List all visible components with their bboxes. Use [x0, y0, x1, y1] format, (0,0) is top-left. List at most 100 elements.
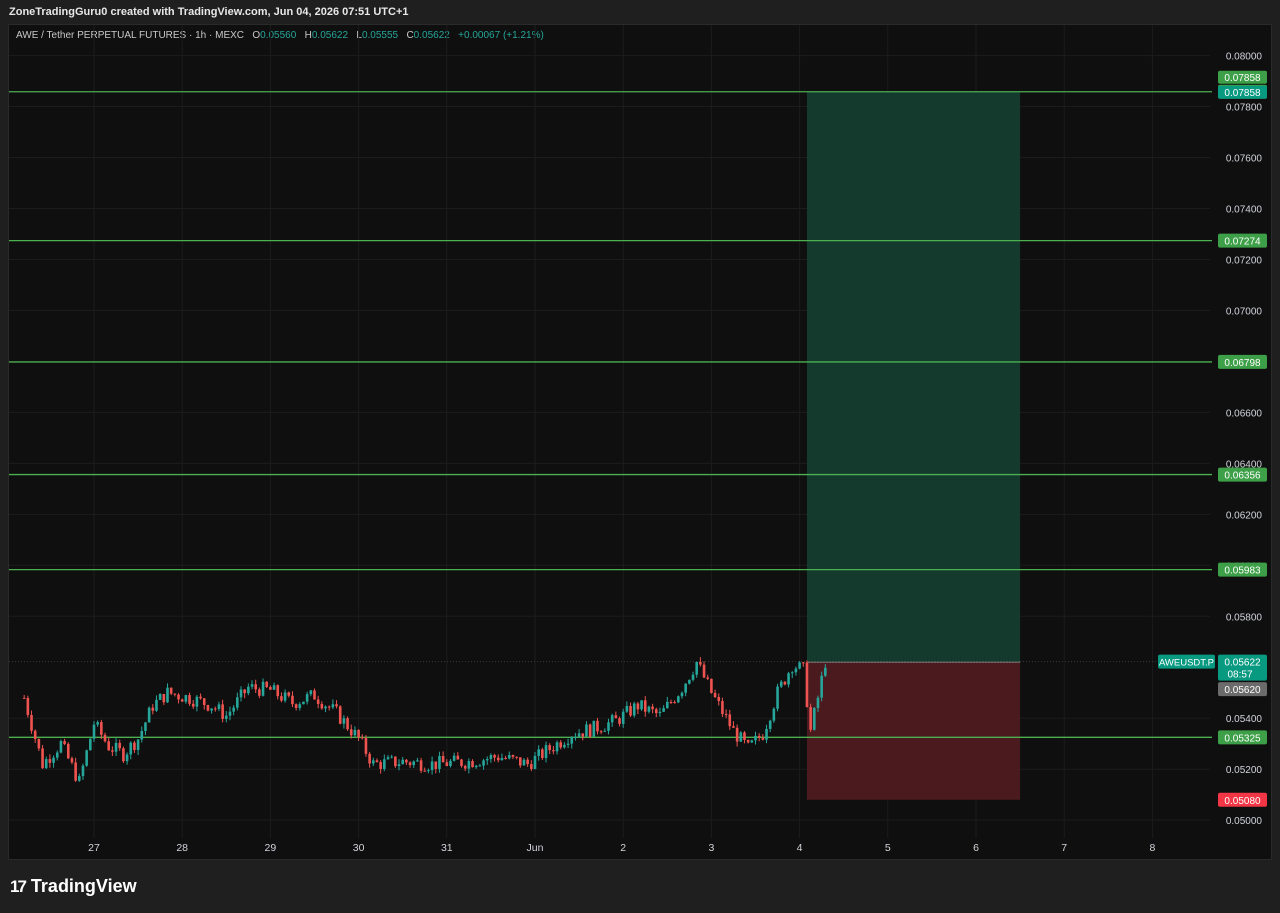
candle-body [122, 748, 125, 762]
x-tick-label: 3 [708, 842, 714, 854]
x-tick-label: 30 [353, 842, 365, 854]
candle-body [673, 702, 676, 704]
candle-body [184, 695, 188, 702]
candle-body [632, 703, 636, 716]
y-tick-label: 0.05400 [1226, 714, 1263, 725]
candle-body [394, 756, 397, 767]
candle-body [467, 761, 471, 769]
candle-body [577, 733, 581, 737]
candle-body [570, 737, 574, 744]
candle-body [206, 705, 210, 711]
tradingview-logo[interactable]: 17 TradingView [10, 876, 137, 897]
candle-body [221, 704, 224, 719]
candle-body [129, 742, 133, 755]
candle-body [750, 740, 754, 743]
candle-body [342, 718, 346, 724]
candle-body [504, 758, 507, 760]
candle-body [162, 694, 166, 703]
candle-body [765, 728, 768, 740]
candle-body [456, 755, 460, 760]
candle-body [761, 737, 765, 740]
candle-body [298, 704, 302, 708]
candle-body [603, 730, 607, 732]
candles [22, 657, 827, 782]
candle-body [48, 759, 52, 763]
price-chart[interactable]: 0.050000.052000.054000.058000.060000.062… [0, 0, 1280, 913]
horizontal-levels[interactable] [9, 91, 1212, 738]
level-price-tag: 0.05325 [1224, 733, 1261, 744]
candle-body [70, 758, 74, 763]
candle-body [563, 744, 566, 748]
candle-body [44, 759, 48, 769]
time-axis[interactable]: 27 28 29 30 31 Jun 2 3 4 5 6 7 8 [88, 842, 1155, 854]
candle-body [739, 732, 743, 742]
candle-body [677, 696, 680, 703]
candle-body [408, 762, 412, 766]
candle-body [291, 695, 294, 705]
candle-body [779, 681, 783, 687]
candle-body [548, 745, 551, 751]
candle-body [754, 735, 757, 741]
candle-body [305, 694, 309, 702]
candle-body [772, 708, 776, 721]
price-tags: 0.07858 0.07274 0.06798 0.06356 0.05983 0.053… [1158, 70, 1267, 807]
candle-body [713, 692, 717, 698]
candle-body [360, 737, 364, 739]
candle-body [735, 727, 739, 742]
candle-body [816, 697, 820, 708]
candle-body [427, 770, 430, 772]
candle-body [820, 675, 823, 698]
candle-body [247, 686, 250, 694]
candle-body [33, 730, 37, 739]
x-tick-label: Jun [527, 842, 544, 854]
candle-body [151, 707, 155, 711]
candle-body [581, 733, 585, 737]
candle-body [92, 724, 96, 739]
candle-body [236, 697, 239, 708]
candle-body [533, 755, 537, 769]
candle-body [232, 707, 235, 712]
candle-body [239, 689, 243, 698]
candle-body [276, 685, 280, 697]
candle-body [585, 724, 588, 737]
candle-body [507, 755, 511, 759]
candle-body [59, 741, 63, 753]
candle-body [22, 697, 26, 699]
price-axis[interactable]: 0.050000.052000.054000.058000.060000.062… [1226, 52, 1263, 828]
candle-body [552, 750, 555, 752]
candle-body [63, 741, 66, 744]
candle-body [434, 761, 438, 769]
candle-body [66, 743, 70, 759]
candle-body [327, 706, 331, 708]
candle-body [544, 745, 548, 759]
candle-body [592, 720, 596, 737]
candle-body [412, 761, 416, 766]
x-tick-label: 27 [88, 842, 100, 854]
candle-body [180, 699, 184, 702]
candle-body [26, 697, 30, 715]
candle-body [55, 752, 59, 758]
target-price-tag: 0.07858 [1224, 73, 1261, 84]
candle-body [574, 736, 577, 738]
candle-body [136, 739, 140, 750]
candle-body [482, 760, 485, 766]
candle-body [254, 684, 257, 690]
y-tick-label: 0.08000 [1226, 52, 1263, 63]
countdown: 08:57 [1227, 670, 1252, 681]
candle-body [768, 720, 772, 729]
candle-body [401, 759, 404, 765]
candle-body [416, 760, 419, 762]
profit-zone[interactable] [806, 91, 1021, 663]
tradingview-logo-icon: 17 [10, 876, 27, 896]
candle-body [537, 749, 540, 756]
candle-body [621, 711, 625, 724]
candle-body [125, 754, 129, 762]
candle-body [430, 761, 434, 771]
loss-zone[interactable] [806, 662, 1021, 800]
candle-body [375, 760, 379, 763]
y-tick-label: 0.07600 [1226, 154, 1263, 165]
candle-body [721, 701, 724, 715]
candle-body [478, 765, 482, 767]
candle-body [78, 776, 81, 781]
target-level-tag: 0.07858 [1224, 88, 1261, 99]
